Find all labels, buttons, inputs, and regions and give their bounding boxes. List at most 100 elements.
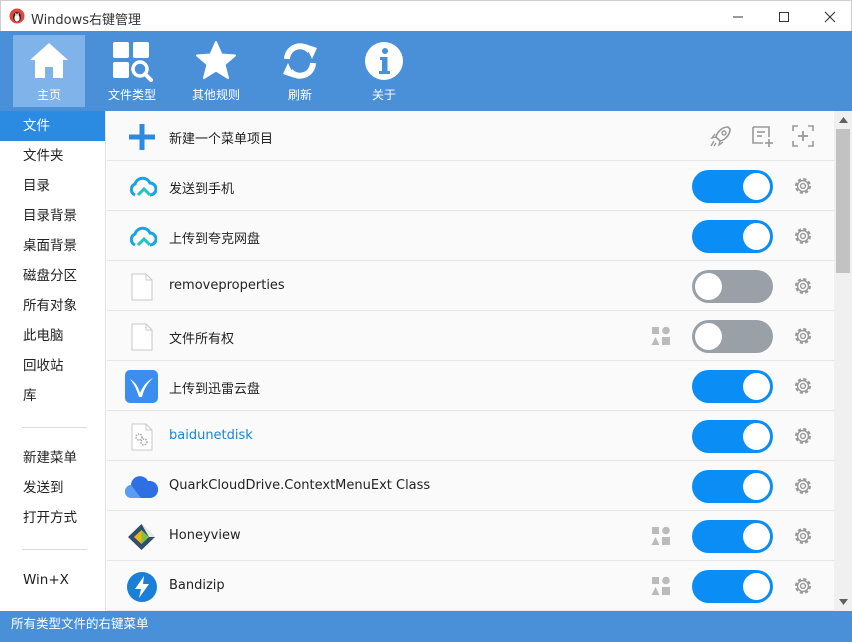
sidebar-item-desktop-background[interactable]: 桌面背景: [0, 231, 105, 261]
shapes-icon[interactable]: [650, 325, 672, 347]
home-icon: [30, 43, 68, 78]
sidebar-item-send-to[interactable]: 发送到: [0, 473, 105, 503]
list-item[interactable]: Honeyview: [107, 511, 834, 561]
sidebar-item-all-objects[interactable]: 所有对象: [0, 291, 105, 321]
blank-file-icon: [131, 273, 152, 300]
list-item[interactable]: QuarkCloudDrive.ContextMenuExt Class: [107, 461, 834, 511]
list-item-label: baidunetdisk: [169, 428, 253, 443]
list-item[interactable]: removeproperties: [107, 261, 834, 311]
tab-home[interactable]: 主页: [13, 35, 85, 107]
tab-file-types[interactable]: 文件类型: [96, 35, 168, 107]
file-types-icon: [113, 42, 153, 82]
gear-file-icon: [131, 423, 152, 450]
list-item-label: 上传到迅雷云盘: [169, 382, 261, 397]
list-item[interactable]: baidunetdisk: [107, 411, 834, 461]
scroll-thumb[interactable]: [836, 129, 850, 273]
enable-toggle[interactable]: [692, 570, 773, 603]
close-icon: [824, 11, 836, 22]
sidebar-divider: [22, 549, 87, 550]
enable-toggle[interactable]: [692, 370, 773, 403]
maximize-button[interactable]: [761, 1, 807, 32]
new-item-label: 新建一个菜单项目: [169, 132, 274, 147]
scroll-up-button[interactable]: [834, 111, 852, 129]
honeyview-icon: [128, 523, 155, 550]
enable-toggle[interactable]: [692, 420, 773, 453]
list-item-label: 文件所有权: [169, 332, 235, 347]
shapes-icon[interactable]: [650, 525, 672, 547]
minimize-button[interactable]: [715, 1, 761, 32]
title-bar: Windows右键管理: [0, 0, 852, 31]
sidebar-divider: [22, 427, 87, 428]
tab-file-types-label: 文件类型: [107, 88, 156, 102]
list-item-label: 上传到夸克网盘: [169, 232, 261, 247]
gear-icon[interactable]: [792, 525, 814, 547]
status-text: 所有类型文件的右键菜单: [11, 616, 149, 631]
gear-icon[interactable]: [792, 575, 814, 597]
list-item-label: QuarkCloudDrive.ContextMenuExt Class: [169, 478, 431, 493]
list-item-label: Bandizip: [169, 578, 225, 593]
gear-icon[interactable]: [792, 475, 814, 497]
vertical-scrollbar[interactable]: [834, 111, 852, 611]
gear-icon[interactable]: [792, 225, 814, 247]
plus-icon: [128, 123, 155, 150]
tab-other-rules[interactable]: 其他规则: [180, 35, 252, 107]
blank-file-icon: [131, 323, 152, 350]
quark-cloud-icon: [125, 475, 158, 498]
add-frame-icon[interactable]: [790, 123, 816, 149]
list-item[interactable]: Bandizip: [107, 561, 834, 611]
chevron-up-icon: [838, 117, 848, 123]
list-item[interactable]: 文件所有权: [107, 311, 834, 361]
tab-refresh-label: 刷新: [287, 88, 312, 102]
tab-home-label: 主页: [36, 88, 61, 102]
list-item[interactable]: 发送到手机: [107, 161, 834, 211]
sidebar-item-winx[interactable]: Win+X: [0, 565, 105, 595]
enable-toggle[interactable]: [692, 520, 773, 553]
add-note-icon[interactable]: [749, 123, 775, 149]
menu-item-list: 新建一个菜单项目 发送到手机 上传到夸克网盘 removeproperties …: [107, 111, 834, 611]
sidebar-item-file[interactable]: 文件: [0, 111, 105, 141]
bandizip-icon: [126, 571, 157, 602]
sidebar-item-disk-partition[interactable]: 磁盘分区: [0, 261, 105, 291]
enable-toggle[interactable]: [692, 320, 773, 353]
tab-refresh[interactable]: 刷新: [264, 35, 336, 107]
maximize-icon: [779, 11, 789, 22]
enable-toggle[interactable]: [692, 470, 773, 503]
minimize-icon: [733, 16, 743, 17]
penguin-app-icon: [9, 8, 25, 24]
enable-toggle[interactable]: [692, 220, 773, 253]
list-item-label: 发送到手机: [169, 182, 235, 197]
main-toolbar: 主页 文件类型 其他规则 刷新 关于: [0, 31, 852, 111]
list-item-label: Honeyview: [169, 528, 241, 543]
tab-about[interactable]: 关于: [348, 35, 420, 107]
refresh-icon: [283, 43, 317, 79]
rocket-icon[interactable]: [708, 123, 734, 149]
gear-icon[interactable]: [792, 175, 814, 197]
shapes-icon[interactable]: [650, 575, 672, 597]
chevron-down-icon: [838, 599, 848, 605]
status-bar: 所有类型文件的右键菜单: [0, 611, 852, 642]
info-icon: [365, 42, 403, 80]
gear-icon[interactable]: [792, 425, 814, 447]
tab-about-label: 关于: [371, 88, 396, 102]
sidebar-item-this-pc[interactable]: 此电脑: [0, 321, 105, 351]
sidebar-item-directory-background[interactable]: 目录背景: [0, 201, 105, 231]
sidebar: 文件 文件夹 目录 目录背景 桌面背景 磁盘分区 所有对象 此电脑 回收站 库 …: [0, 111, 106, 611]
list-item[interactable]: 上传到迅雷云盘: [107, 361, 834, 411]
new-item-row[interactable]: 新建一个菜单项目: [107, 111, 834, 161]
sidebar-item-directory[interactable]: 目录: [0, 171, 105, 201]
enable-toggle[interactable]: [692, 170, 773, 203]
scroll-down-button[interactable]: [834, 593, 852, 611]
enable-toggle[interactable]: [692, 270, 773, 303]
star-icon: [196, 41, 236, 79]
close-button[interactable]: [807, 1, 852, 32]
sidebar-item-recycle-bin[interactable]: 回收站: [0, 351, 105, 381]
gear-icon[interactable]: [792, 275, 814, 297]
sidebar-item-new-menu[interactable]: 新建菜单: [0, 443, 105, 473]
sidebar-item-open-with[interactable]: 打开方式: [0, 503, 105, 533]
cloud-icon: [129, 176, 157, 196]
sidebar-item-folder[interactable]: 文件夹: [0, 141, 105, 171]
gear-icon[interactable]: [792, 375, 814, 397]
gear-icon[interactable]: [792, 325, 814, 347]
list-item[interactable]: 上传到夸克网盘: [107, 211, 834, 261]
sidebar-item-library[interactable]: 库: [0, 381, 105, 411]
